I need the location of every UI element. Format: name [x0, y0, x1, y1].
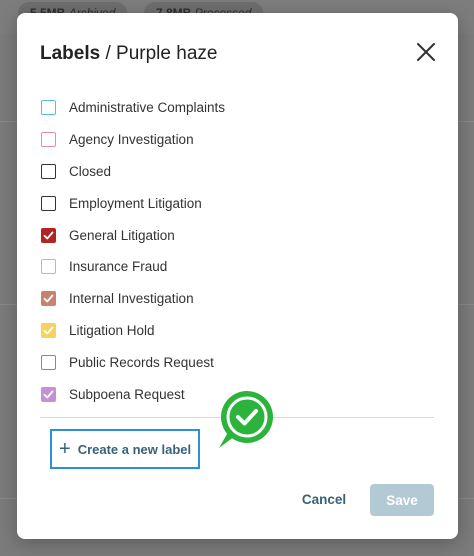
- label-name: Subpoena Request: [69, 386, 185, 402]
- label-list: Administrative Complaints Agency Investig…: [41, 92, 431, 410]
- label-option[interactable]: Administrative Complaints: [41, 92, 431, 124]
- label-checkbox[interactable]: [41, 195, 56, 211]
- dialog-title: Labels / Purple haze: [40, 43, 217, 65]
- label-name: Insurance Fraud: [69, 259, 168, 275]
- label-checkbox[interactable]: [41, 163, 56, 179]
- label-option[interactable]: Agency Investigation: [41, 124, 431, 156]
- label-checkbox[interactable]: [41, 259, 56, 275]
- label-option[interactable]: Insurance Fraud: [41, 251, 431, 283]
- label-name: Employment Litigation: [69, 195, 202, 211]
- check-icon: [43, 231, 54, 239]
- label-checkbox[interactable]: [41, 132, 56, 148]
- label-option[interactable]: Internal Investigation: [41, 283, 431, 315]
- cancel-button[interactable]: Cancel: [289, 486, 359, 512]
- label-name: Closed: [69, 163, 112, 179]
- plus-icon: +: [59, 438, 71, 460]
- create-label-text: Create a new label: [77, 441, 192, 457]
- label-name: Litigation Hold: [69, 322, 155, 338]
- label-checkbox[interactable]: [41, 354, 56, 370]
- label-option[interactable]: General Litigation: [41, 219, 431, 251]
- label-checkbox[interactable]: [41, 291, 56, 307]
- labels-dialog: Labels / Purple haze Administrative Comp…: [17, 13, 458, 539]
- label-name: Administrative Complaints: [69, 100, 226, 116]
- check-icon: [43, 294, 54, 303]
- label-name: Agency Investigation: [69, 132, 194, 148]
- close-icon: [417, 43, 435, 61]
- label-checkbox[interactable]: [41, 100, 56, 116]
- label-checkbox[interactable]: [41, 322, 56, 338]
- save-button[interactable]: Save: [370, 484, 434, 516]
- label-option[interactable]: Public Records Request: [41, 346, 431, 378]
- label-name: Internal Investigation: [69, 291, 194, 307]
- check-icon: [43, 390, 54, 398]
- title-section: Labels: [40, 43, 101, 64]
- label-name: Public Records Request: [69, 354, 214, 370]
- label-checkbox[interactable]: [41, 227, 56, 243]
- checkmark-badge-icon: [219, 391, 273, 448]
- create-label-button[interactable]: + Create a new label: [50, 429, 200, 469]
- label-option[interactable]: Litigation Hold: [41, 315, 431, 347]
- label-name: General Litigation: [69, 227, 175, 243]
- close-button[interactable]: [415, 41, 437, 63]
- label-checkbox[interactable]: [41, 386, 56, 402]
- label-option[interactable]: Employment Litigation: [41, 187, 431, 219]
- label-option[interactable]: Closed: [41, 156, 431, 188]
- check-icon: [43, 326, 54, 335]
- title-separator: /: [105, 43, 111, 64]
- title-item-name: Purple haze: [116, 43, 218, 64]
